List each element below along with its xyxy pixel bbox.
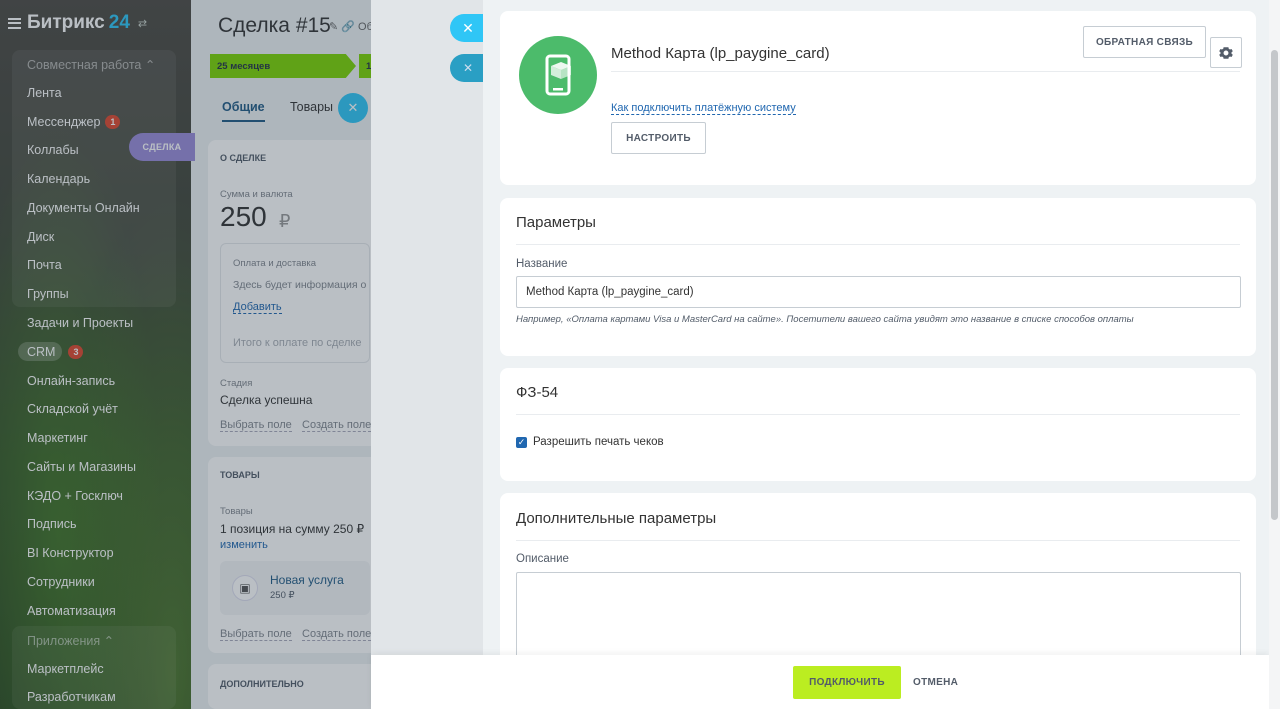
close-slider-button[interactable]: ✕ [450, 14, 486, 42]
fz54-panel: ФЗ-54 ✓ Разрешить печать чеков [500, 368, 1256, 481]
feedback-button[interactable]: ОБРАТНАЯ СВЯЗЬ [1083, 26, 1206, 58]
payment-system-panel: Method Карта (lp_paygine_card) ОБРАТНАЯ … [500, 11, 1256, 185]
phone-card-icon [545, 54, 571, 96]
connect-button[interactable]: ПОДКЛЮЧИТЬ [793, 666, 901, 699]
gear-icon [1219, 46, 1233, 59]
divider [516, 540, 1240, 541]
extra-title: Дополнительные параметры [516, 510, 717, 527]
divider [516, 244, 1240, 245]
description-label: Описание [516, 553, 569, 565]
scrollbar[interactable] [1269, 0, 1280, 709]
setup-button[interactable]: НАСТРОИТЬ [611, 122, 706, 154]
print-receipts-checkbox[interactable]: ✓ [516, 437, 527, 448]
how-to-connect-link[interactable]: Как подключить платёжную систему [611, 102, 796, 115]
scrollbar-thumb[interactable] [1271, 50, 1278, 520]
divider [611, 71, 1240, 72]
name-hint: Например, «Оплата картами Visa и MasterC… [516, 314, 1134, 325]
fz54-title: ФЗ-54 [516, 384, 559, 401]
params-title: Параметры [516, 214, 596, 231]
name-input[interactable]: Method Карта (lp_paygine_card) [516, 276, 1241, 308]
close-slider-button-2[interactable]: ✕ [450, 54, 486, 82]
print-receipts-label[interactable]: Разрешить печать чеков [533, 436, 664, 448]
params-panel: Параметры Название Method Карта (lp_payg… [500, 198, 1256, 356]
cancel-button[interactable]: ОТМЕНА [913, 666, 958, 699]
payment-logo [519, 36, 597, 114]
settings-button[interactable] [1210, 37, 1242, 68]
slider-footer: ПОДКЛЮЧИТЬ ОТМЕНА [371, 655, 1269, 709]
close-icon: ✕ [462, 61, 474, 75]
close-icon: ✕ [462, 19, 474, 36]
payment-name: Method Карта (lp_paygine_card) [611, 45, 830, 62]
name-label: Название [516, 258, 568, 270]
description-textarea[interactable] [516, 572, 1241, 662]
payment-settings-slider: Method Карта (lp_paygine_card) ОБРАТНАЯ … [483, 0, 1269, 709]
divider [516, 414, 1240, 415]
